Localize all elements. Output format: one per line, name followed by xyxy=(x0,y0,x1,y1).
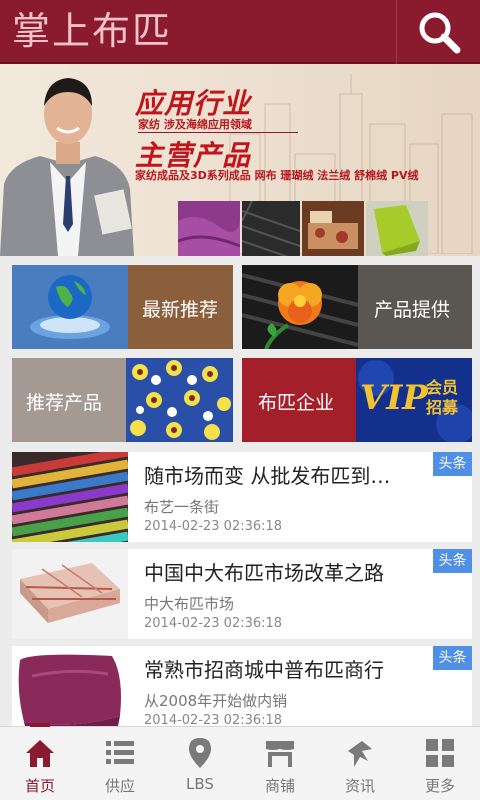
nav-item-news[interactable]: 资讯 xyxy=(320,727,400,800)
tile-product-supply[interactable]: 产品提供 xyxy=(242,265,472,349)
purple-fabric-image xyxy=(178,201,240,256)
nav-label: 首页 xyxy=(24,777,55,795)
nav-label: LBS xyxy=(186,775,214,793)
tile-latest-recommend[interactable]: 最新推荐 xyxy=(12,265,233,349)
nav-active-indicator xyxy=(30,723,50,727)
grid-icon xyxy=(426,739,454,767)
news-date: 2014-02-23 02:36:18 xyxy=(144,616,283,631)
nav-item-more[interactable]: 更多 xyxy=(400,727,480,800)
nav-item-supply[interactable]: 供应 xyxy=(80,727,160,800)
app-header: 掌上布匹 xyxy=(0,0,480,64)
globe-icon xyxy=(12,265,128,349)
businessman-image xyxy=(0,78,134,256)
headline-badge: 头条 xyxy=(433,646,472,670)
news-title: 常熟市招商城中普布匹商行 xyxy=(144,658,384,682)
news-item[interactable]: 随市场而变 从批发布匹到… 布艺一条街 2014-02-23 02:36:18 … xyxy=(12,452,472,542)
banner-subtitle-products: 家纺成品及3D系列成品 网布 珊瑚绒 法兰绒 舒棉绒 PV绒 xyxy=(135,169,419,182)
location-pin-icon xyxy=(189,738,211,768)
tile-label: 推荐产品 xyxy=(26,392,103,414)
news-item[interactable]: 中国中大布匹市场改革之路 中大布匹市场 2014-02-23 02:36:18 … xyxy=(12,549,472,639)
news-subtitle: 布艺一条街 xyxy=(144,498,220,516)
bottom-navigation: 首页 供应 LBS 商铺 资讯 更多 xyxy=(0,723,480,800)
news-date: 2014-02-23 02:36:18 xyxy=(144,519,283,534)
news-thumbnail-fabric-rolls xyxy=(12,452,128,542)
banner-divider xyxy=(138,132,298,133)
headline-badge: 头条 xyxy=(433,452,472,476)
search-icon xyxy=(419,12,460,54)
news-title: 中国中大布匹市场改革之路 xyxy=(144,561,384,585)
tile-label: 布匹企业 xyxy=(258,392,335,414)
vip-subtext: 会员招募 xyxy=(426,378,459,417)
news-icon xyxy=(348,741,372,767)
tile-fabric-enterprises[interactable]: 布匹企业 VIP 会员招募 xyxy=(242,358,472,442)
floral-fabric-icon xyxy=(126,358,233,442)
news-subtitle: 从2008年开始做内销 xyxy=(144,692,288,710)
banner-subtitle-industry: 家纺 涉及海绵应用领域 xyxy=(138,118,252,131)
globe-image xyxy=(12,265,128,349)
shop-icon xyxy=(266,741,294,767)
list-icon xyxy=(106,741,134,764)
floral-fabric-image xyxy=(126,358,233,442)
nav-label: 商铺 xyxy=(264,777,295,795)
vip-text: VIP xyxy=(360,378,428,418)
black-mesh-fabric-image xyxy=(242,201,300,256)
nav-item-lbs[interactable]: LBS xyxy=(160,727,240,800)
search-button[interactable] xyxy=(397,0,480,64)
home-icon xyxy=(26,740,54,767)
news-title: 随市场而变 从批发布匹到… xyxy=(144,464,391,488)
flower-fabric-image xyxy=(242,265,359,349)
promo-banner[interactable]: 应用行业 家纺 涉及海绵应用领域 主营产品 家纺成品及3D系列成品 网布 珊瑚绒… xyxy=(0,64,480,256)
green-blanket-image xyxy=(366,201,428,256)
flower-fabric-icon xyxy=(242,265,359,349)
headline-badge: 头条 xyxy=(433,549,472,573)
bedding-image xyxy=(302,201,364,256)
news-subtitle: 中大布匹市场 xyxy=(144,595,235,613)
vip-image: VIP 会员招募 xyxy=(356,358,472,442)
app-title: 掌上布匹 xyxy=(12,9,173,53)
news-thumbnail-folded-cloth xyxy=(12,549,128,639)
nav-label: 更多 xyxy=(424,777,455,795)
nav-label: 资讯 xyxy=(344,777,375,795)
nav-item-shop[interactable]: 商铺 xyxy=(240,727,320,800)
nav-label: 供应 xyxy=(104,777,135,795)
tile-label: 最新推荐 xyxy=(142,299,219,321)
tile-label: 产品提供 xyxy=(374,299,451,321)
news-item[interactable]: 常熟市招商城中普布匹商行 从2008年开始做内销 2014-02-23 02:3… xyxy=(12,646,472,736)
tile-recommended-products[interactable]: 推荐产品 xyxy=(12,358,233,442)
nav-item-home[interactable]: 首页 xyxy=(0,723,80,800)
